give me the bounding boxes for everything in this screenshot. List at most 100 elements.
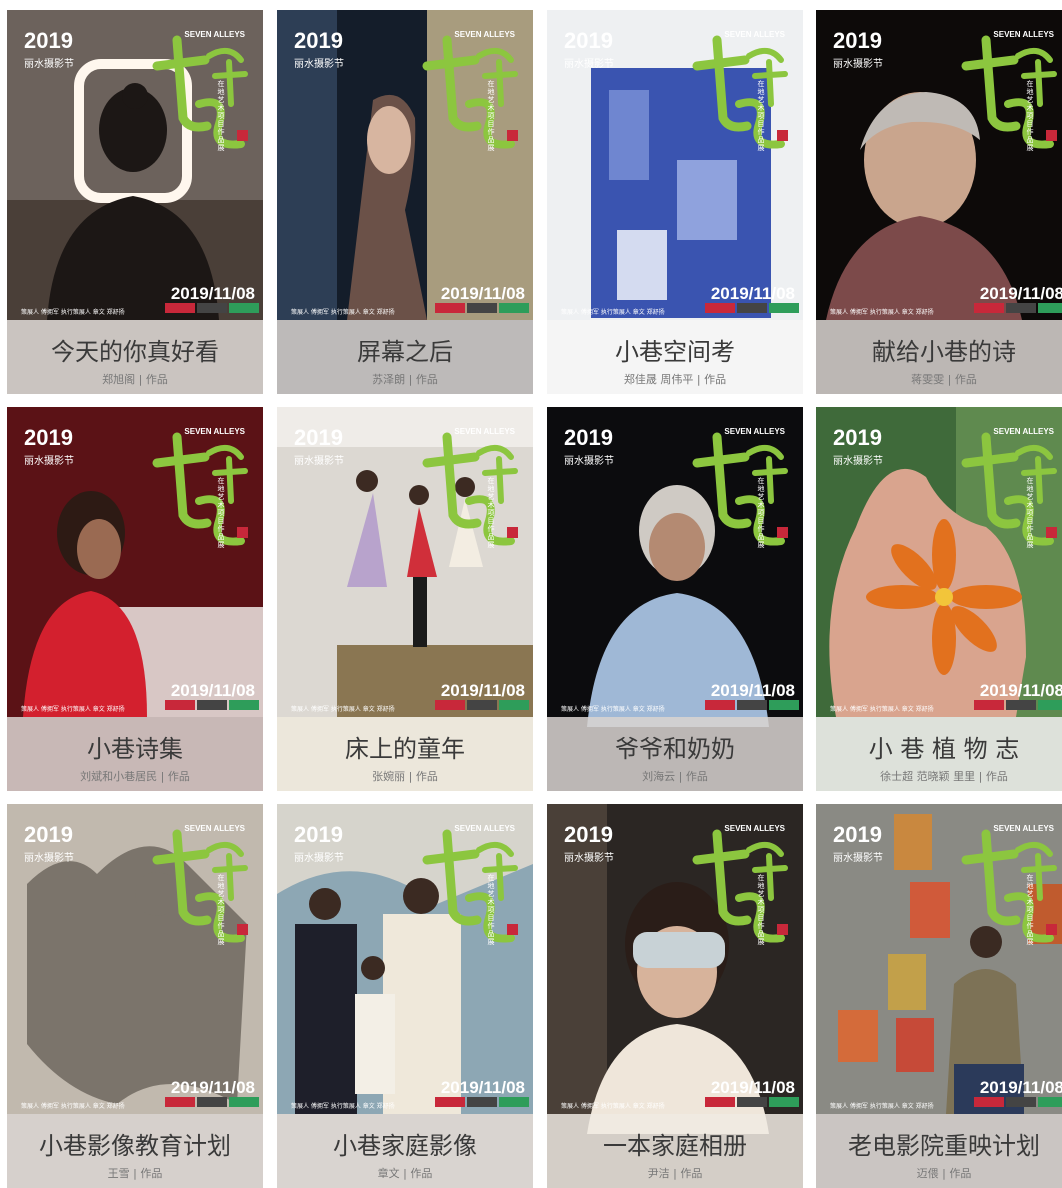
poster-author: 苏泽朗 | 作品 [372, 373, 438, 386]
date-label: 2019/11/08 [440, 681, 525, 700]
poster-title: 小 巷 植 物 志 [868, 735, 1020, 763]
poster-author: 尹洁 | 作品 [647, 1167, 703, 1180]
seven-alleys-logo [152, 432, 248, 546]
sponsor-badges [435, 700, 529, 710]
year-label: 2019 [833, 28, 882, 53]
credits-label: 策展人 傅拥军 执行策展人 章文 郑舒扬 [561, 706, 665, 713]
festival-label: 丽水摄影节 [564, 853, 614, 864]
poster-title: 床上的童年 [345, 735, 465, 763]
seven-alleys-logo [961, 35, 1057, 149]
festival-label: 丽水摄影节 [24, 853, 74, 864]
poster-author: 郑旭阁 | 作品 [102, 373, 168, 386]
year-label: 2019 [833, 822, 882, 847]
subtitle-vertical: 在地艺术项目作品展 [1026, 874, 1034, 946]
poster-12[interactable]: 2019 丽水摄影节 SEVEN ALLEYS 在地艺术项目作品展 2019/1… [816, 804, 1062, 1188]
year-label: 2019 [294, 28, 343, 53]
poster-title: 小巷影像教育计划 [39, 1132, 231, 1160]
credits-label: 策展人 傅拥军 执行策展人 章文 郑舒扬 [291, 706, 395, 713]
poster-title: 小巷诗集 [87, 735, 183, 763]
subtitle-vertical: 在地艺术项目作品展 [217, 80, 225, 152]
year-label: 2019 [564, 425, 613, 450]
sponsor-badges [165, 700, 259, 710]
credits-label: 策展人 傅拥军 执行策展人 章文 郑舒扬 [21, 706, 125, 713]
poster-title: 一本家庭相册 [603, 1132, 747, 1160]
subtitle-vertical: 在地艺术项目作品展 [1026, 477, 1034, 549]
sponsor-badges [974, 1097, 1062, 1107]
poster-1[interactable]: 2019 丽水摄影节 SEVEN ALLEYS 在地艺术项目作品展 2019/1… [7, 10, 263, 394]
seven-alleys-logo [692, 432, 788, 546]
seven-alleys-logo [961, 432, 1057, 546]
poster-9[interactable]: 2019 丽水摄影节 SEVEN ALLEYS 在地艺术项目作品展 2019/1… [7, 804, 263, 1188]
sponsor-badges [435, 303, 529, 313]
poster-author: 章文 | 作品 [377, 1167, 433, 1180]
festival-label: 丽水摄影节 [833, 456, 883, 467]
date-label: 2019/11/08 [440, 284, 525, 303]
sponsor-badges [705, 303, 799, 313]
poster-author: 蒋雯雯 | 作品 [911, 373, 977, 386]
year-label: 2019 [833, 425, 882, 450]
poster-author: 刘海云 | 作品 [642, 770, 708, 783]
year-label: 2019 [24, 28, 73, 53]
sponsor-badges [974, 303, 1062, 313]
credits-label: 策展人 傅拥军 执行策展人 章文 郑舒扬 [21, 309, 125, 316]
poster-title: 献给小巷的诗 [872, 338, 1016, 366]
poster-author: 王雪 | 作品 [107, 1167, 163, 1180]
credits-label: 策展人 傅拥军 执行策展人 章文 郑舒扬 [561, 309, 665, 316]
festival-label: 丽水摄影节 [564, 59, 614, 70]
date-label: 2019/11/08 [710, 681, 795, 700]
poster-title: 今天的你真好看 [51, 338, 219, 366]
poster-title: 小巷空间考 [615, 338, 735, 366]
festival-label: 丽水摄影节 [294, 59, 344, 70]
seven-alleys-logo [422, 35, 518, 149]
festival-label: 丽水摄影节 [294, 853, 344, 864]
date-label: 2019/11/08 [170, 284, 255, 303]
sponsor-badges [435, 1097, 529, 1107]
date-label: 2019/11/08 [979, 1078, 1062, 1097]
poster-6[interactable]: 2019 丽水摄影节 SEVEN ALLEYS 在地艺术项目作品展 2019/1… [277, 407, 533, 791]
date-label: 2019/11/08 [710, 284, 795, 303]
subtitle-vertical: 在地艺术项目作品展 [757, 477, 765, 549]
date-label: 2019/11/08 [979, 284, 1062, 303]
sponsor-badges [705, 700, 799, 710]
subtitle-vertical: 在地艺术项目作品展 [1026, 80, 1034, 152]
credits-label: 策展人 傅拥军 执行策展人 章文 郑舒扬 [830, 309, 934, 316]
poster-grid: 2019 丽水摄影节 SEVEN ALLEYS 在地艺术项目作品展 2019/1… [0, 0, 1062, 1188]
credits-label: 策展人 傅拥军 执行策展人 章文 郑舒扬 [291, 309, 395, 316]
sponsor-badges [974, 700, 1062, 710]
festival-label: 丽水摄影节 [833, 853, 883, 864]
seven-alleys-logo [152, 829, 248, 943]
festival-label: 丽水摄影节 [294, 456, 344, 467]
subtitle-vertical: 在地艺术项目作品展 [217, 874, 225, 946]
poster-10[interactable]: 2019 丽水摄影节 SEVEN ALLEYS 在地艺术项目作品展 2019/1… [277, 804, 533, 1188]
year-label: 2019 [564, 822, 613, 847]
poster-4[interactable]: 2019 丽水摄影节 SEVEN ALLEYS 在地艺术项目作品展 2019/1… [816, 10, 1062, 394]
year-label: 2019 [294, 822, 343, 847]
poster-author: 张婉丽 | 作品 [372, 770, 438, 783]
poster-7[interactable]: 2019 丽水摄影节 SEVEN ALLEYS 在地艺术项目作品展 2019/1… [547, 407, 803, 791]
subtitle-vertical: 在地艺术项目作品展 [487, 477, 495, 549]
festival-label: 丽水摄影节 [833, 59, 883, 70]
date-label: 2019/11/08 [170, 1078, 255, 1097]
poster-title: 爷爷和奶奶 [615, 735, 735, 763]
poster-author: 徐士超 范晓颖 里里 | 作品 [880, 770, 1008, 783]
date-label: 2019/11/08 [170, 681, 255, 700]
sponsor-badges [165, 303, 259, 313]
sponsor-badges [165, 1097, 259, 1107]
poster-3[interactable]: 2019 丽水摄影节 SEVEN ALLEYS 在地艺术项目作品展 2019/1… [547, 10, 803, 394]
year-label: 2019 [564, 28, 613, 53]
date-label: 2019/11/08 [710, 1078, 795, 1097]
subtitle-vertical: 在地艺术项目作品展 [487, 80, 495, 152]
poster-11[interactable]: 2019 丽水摄影节 SEVEN ALLEYS 在地艺术项目作品展 2019/1… [547, 804, 803, 1188]
poster-author: 刘斌和小巷居民 | 作品 [80, 770, 190, 783]
subtitle-vertical: 在地艺术项目作品展 [487, 874, 495, 946]
poster-2[interactable]: 2019 丽水摄影节 SEVEN ALLEYS 在地艺术项目作品展 2019/1… [277, 10, 533, 394]
year-label: 2019 [24, 425, 73, 450]
poster-5[interactable]: 2019 丽水摄影节 SEVEN ALLEYS 在地艺术项目作品展 2019/1… [7, 407, 263, 791]
poster-title: 老电影院重映计划 [848, 1132, 1040, 1160]
seven-alleys-logo [422, 829, 518, 943]
credits-label: 策展人 傅拥军 执行策展人 章文 郑舒扬 [830, 706, 934, 713]
poster-8[interactable]: 2019 丽水摄影节 SEVEN ALLEYS 在地艺术项目作品展 2019/1… [816, 407, 1062, 791]
festival-label: 丽水摄影节 [564, 456, 614, 467]
subtitle-vertical: 在地艺术项目作品展 [757, 80, 765, 152]
date-label: 2019/11/08 [979, 681, 1062, 700]
